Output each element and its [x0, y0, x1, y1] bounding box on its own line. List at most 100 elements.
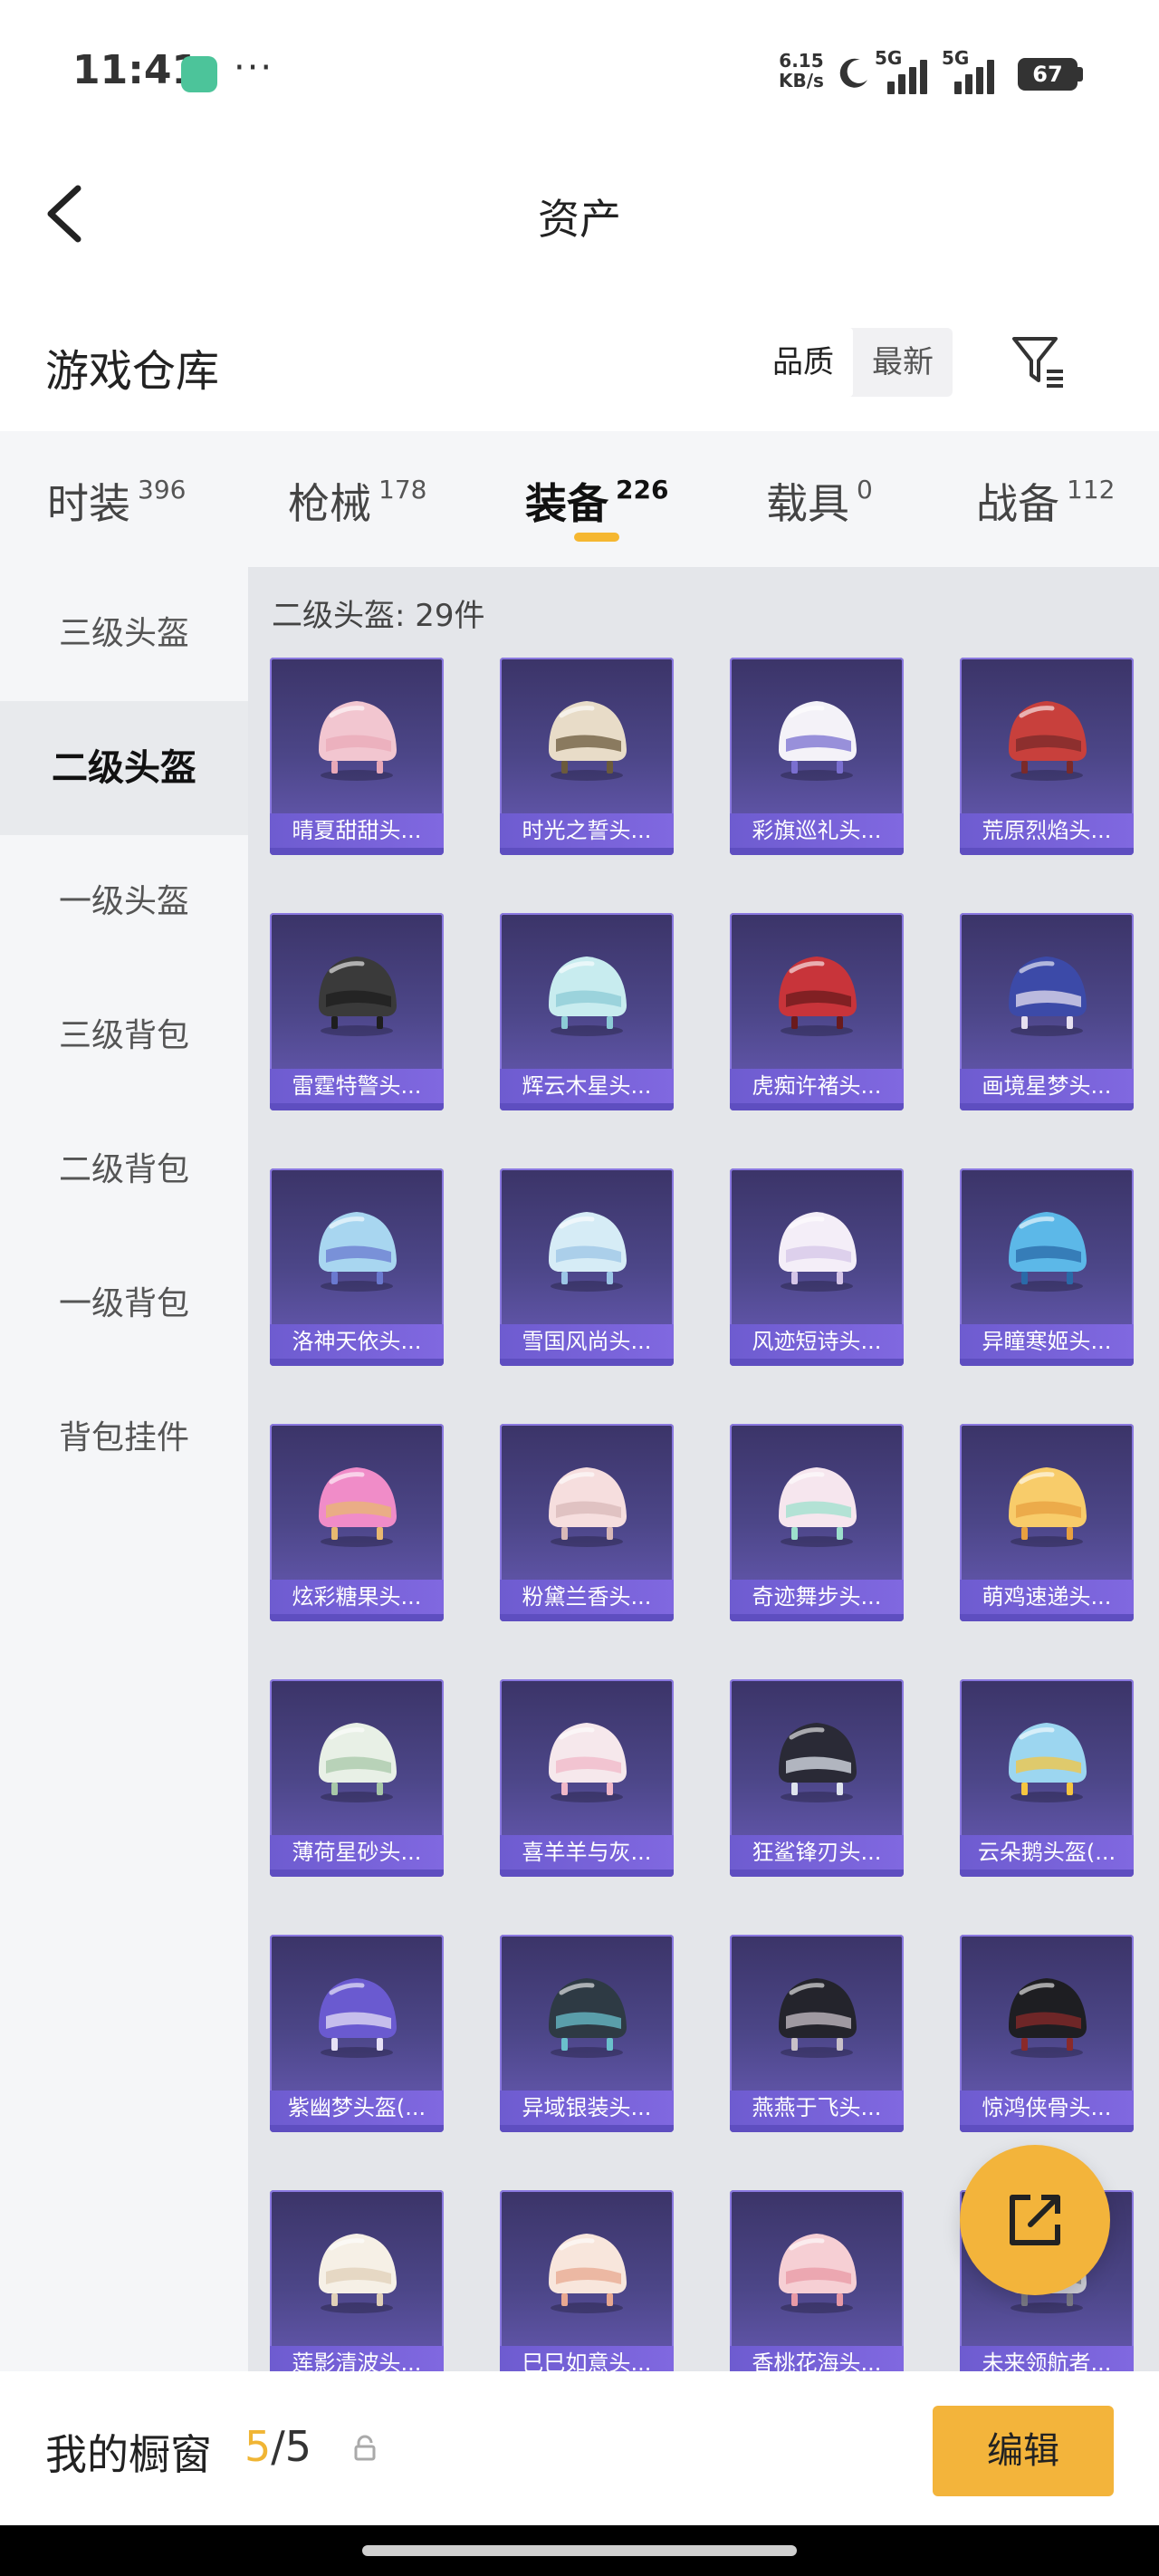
- signal-1-icon: 5G: [875, 47, 934, 94]
- item-card-base: [500, 1359, 674, 1366]
- item-card-base: [730, 1614, 904, 1621]
- item-card[interactable]: 荒原烈焰头...: [960, 658, 1134, 855]
- item-card-label: 紫幽梦头盔(...: [270, 2091, 444, 2125]
- item-card-base: [960, 1870, 1134, 1877]
- helmet-icon: [1009, 701, 1087, 781]
- item-card-label: 雷霆特警头...: [270, 1069, 444, 1103]
- item-card-base: [730, 1103, 904, 1110]
- filter-icon[interactable]: [1009, 332, 1067, 389]
- item-card-base: [960, 1614, 1134, 1621]
- helmet-icon: [319, 956, 397, 1036]
- tab-firearms[interactable]: 枪械 178: [288, 471, 426, 531]
- sort-newest-button[interactable]: 最新: [853, 328, 953, 397]
- helmet-icon: [549, 2234, 627, 2313]
- item-card[interactable]: 云朵鹅头盔(...: [960, 1679, 1134, 1877]
- tab-equipment[interactable]: 装备 226: [525, 471, 668, 531]
- item-card[interactable]: 薄荷星砂头...: [270, 1679, 444, 1877]
- share-button[interactable]: [960, 2145, 1110, 2295]
- helmet-icon: [1009, 1467, 1087, 1547]
- helmet-icon: [549, 956, 627, 1036]
- item-card[interactable]: 虎痴许褚头...: [730, 913, 904, 1110]
- category-tabs: 时装 396 枪械 178 装备 226 载具 0 战备 112: [0, 431, 1159, 567]
- item-card-label: 云朵鹅头盔(...: [960, 1835, 1134, 1870]
- helmet-icon: [319, 2234, 397, 2313]
- helmet-icon: [779, 1723, 857, 1802]
- item-card-label: 晴夏甜甜头...: [270, 813, 444, 848]
- item-card-label: 炫彩糖果头...: [270, 1580, 444, 1614]
- item-card[interactable]: 喜羊羊与灰...: [500, 1679, 674, 1877]
- warehouse-title: 游戏仓库: [45, 346, 220, 397]
- item-card[interactable]: 辉云木星头...: [500, 913, 674, 1110]
- item-card-label: 异域银装头...: [500, 2091, 674, 2125]
- sidebar-item-level2-backpack[interactable]: 二级背包: [0, 1103, 248, 1237]
- item-card[interactable]: 时光之誓头...: [500, 658, 674, 855]
- item-card[interactable]: 奇迹舞步头...: [730, 1424, 904, 1621]
- share-external-icon: [1010, 2195, 1060, 2245]
- sidebar-item-backpack-charm[interactable]: 背包挂件: [0, 1371, 248, 1505]
- helmet-icon: [1009, 956, 1087, 1036]
- item-card-label: 萌鸡速递头...: [960, 1580, 1134, 1614]
- item-card-base: [270, 2125, 444, 2132]
- item-card-label: 奇迹舞步头...: [730, 1580, 904, 1614]
- tab-vehicles[interactable]: 载具 0: [766, 471, 873, 531]
- item-card-base: [960, 2125, 1134, 2132]
- item-card[interactable]: 香桃花海头...: [730, 2190, 904, 2371]
- tab-combat-supplies[interactable]: 战备 112: [976, 471, 1115, 531]
- item-card[interactable]: 莲影清波头...: [270, 2190, 444, 2371]
- item-card[interactable]: 萌鸡速递头...: [960, 1424, 1134, 1621]
- item-card-label: 虎痴许褚头...: [730, 1069, 904, 1103]
- item-card-label: 辉云木星头...: [500, 1069, 674, 1103]
- item-card[interactable]: 异瞳寒姬头...: [960, 1168, 1134, 1366]
- helmet-icon: [779, 1212, 857, 1292]
- item-card-base: [270, 1103, 444, 1110]
- item-card[interactable]: 紫幽梦头盔(...: [270, 1935, 444, 2132]
- item-card-label: 香桃花海头...: [730, 2346, 904, 2371]
- item-card-label: 薄荷星砂头...: [270, 1835, 444, 1870]
- item-card-label: 荒原烈焰头...: [960, 813, 1134, 848]
- item-card-base: [500, 1870, 674, 1877]
- helmet-icon: [779, 2234, 857, 2313]
- item-card-base: [500, 1614, 674, 1621]
- item-card-label: 惊鸿侠骨头...: [960, 2091, 1134, 2125]
- item-card[interactable]: 晴夏甜甜头...: [270, 658, 444, 855]
- more-notifications-icon: ···: [234, 47, 274, 89]
- item-card[interactable]: 洛神天依头...: [270, 1168, 444, 1366]
- item-card-base: [730, 1359, 904, 1366]
- item-card[interactable]: 雪国风尚头...: [500, 1168, 674, 1366]
- item-card[interactable]: 粉黛兰香头...: [500, 1424, 674, 1621]
- sidebar-item-level3-backpack[interactable]: 三级背包: [0, 969, 248, 1103]
- item-card[interactable]: 雷霆特警头...: [270, 913, 444, 1110]
- item-card[interactable]: 异域银装头...: [500, 1935, 674, 2132]
- item-card-label: 雪国风尚头...: [500, 1324, 674, 1359]
- sort-quality-button[interactable]: 品质: [753, 328, 853, 397]
- item-card[interactable]: 惊鸿侠骨头...: [960, 1935, 1134, 2132]
- sidebar-item-level3-helmet[interactable]: 三级头盔: [0, 567, 248, 701]
- item-card[interactable]: 风迹短诗头...: [730, 1168, 904, 1366]
- item-card-label: 莲影清波头...: [270, 2346, 444, 2371]
- item-card-label: 时光之誓头...: [500, 813, 674, 848]
- item-card[interactable]: 狂鲨锋刃头...: [730, 1679, 904, 1877]
- sidebar-item-level1-helmet[interactable]: 一级头盔: [0, 835, 248, 969]
- showcase-label: 我的橱窗: [45, 2430, 212, 2479]
- item-card-base: [960, 848, 1134, 855]
- helmet-icon: [319, 1212, 397, 1292]
- sidebar-item-level2-helmet[interactable]: 二级头盔: [0, 701, 248, 835]
- item-card-label: 风迹短诗头...: [730, 1324, 904, 1359]
- item-count-label: 二级头盔: 29件: [272, 598, 485, 634]
- home-indicator[interactable]: [362, 2545, 797, 2556]
- sort-toggle: 品质 最新: [753, 328, 953, 397]
- helmet-icon: [549, 701, 627, 781]
- edit-button[interactable]: 编辑: [933, 2406, 1114, 2496]
- item-card[interactable]: 巳巳如意头...: [500, 2190, 674, 2371]
- sidebar-item-level1-backpack[interactable]: 一级背包: [0, 1237, 248, 1371]
- helmet-icon: [319, 1467, 397, 1547]
- item-card[interactable]: 画境星梦头...: [960, 913, 1134, 1110]
- item-card[interactable]: 彩旗巡礼头...: [730, 658, 904, 855]
- item-card-base: [270, 1614, 444, 1621]
- item-card[interactable]: 炫彩糖果头...: [270, 1424, 444, 1621]
- tab-fashion[interactable]: 时装 396: [47, 471, 186, 531]
- item-card[interactable]: 燕燕于飞头...: [730, 1935, 904, 2132]
- item-card-base: [270, 1359, 444, 1366]
- helmet-icon: [549, 1978, 627, 2058]
- item-grid-panel: 二级头盔: 29件 晴夏甜甜头... 时光之誓头... 彩旗巡礼头... 荒原烈焰头.…: [248, 567, 1159, 2371]
